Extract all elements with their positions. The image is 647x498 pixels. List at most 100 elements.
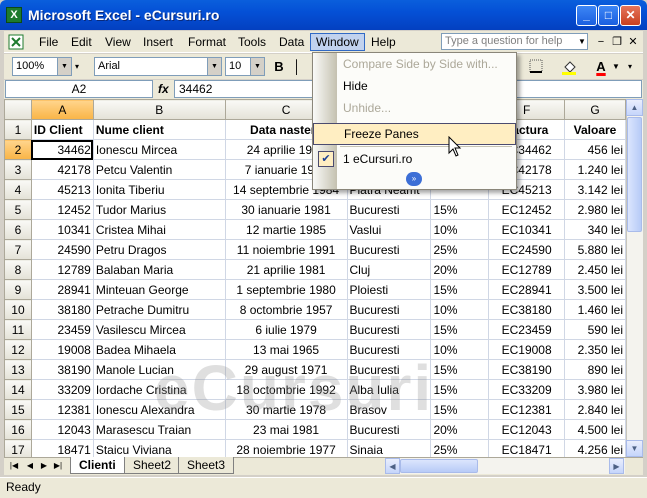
- cell[interactable]: 3.142 lei: [564, 179, 626, 200]
- cell[interactable]: 12381: [30, 399, 94, 420]
- cell[interactable]: 340 lei: [564, 219, 626, 240]
- prev-sheet-icon[interactable]: ◀: [24, 459, 36, 473]
- cell[interactable]: EC24590: [488, 239, 566, 260]
- cell[interactable]: EC38190: [488, 359, 566, 380]
- menu-file[interactable]: File: [34, 33, 63, 51]
- chevron-down-icon[interactable]: ▼: [207, 58, 221, 75]
- cell[interactable]: 25%: [430, 239, 490, 260]
- cell[interactable]: 45213: [30, 179, 94, 200]
- cell[interactable]: 10%: [430, 339, 490, 360]
- cell[interactable]: Vasilescu Mircea: [92, 319, 226, 340]
- cell[interactable]: Minteuan George: [92, 279, 226, 300]
- cell[interactable]: 1.460 lei: [564, 299, 626, 320]
- bold-button[interactable]: B: [270, 58, 288, 76]
- help-dropdown-icon[interactable]: ▼: [577, 34, 587, 49]
- workbook-icon[interactable]: [8, 34, 24, 50]
- row-header[interactable]: 12: [4, 339, 32, 360]
- menu-help[interactable]: Help: [366, 33, 401, 51]
- name-box[interactable]: A2: [5, 80, 153, 98]
- menu-data[interactable]: Data: [274, 33, 309, 51]
- cell[interactable]: 19008: [30, 339, 94, 360]
- last-sheet-icon[interactable]: ▶|: [52, 459, 64, 473]
- cell[interactable]: Petrache Dumitru: [92, 299, 226, 320]
- cell[interactable]: 4.256 lei: [564, 439, 626, 457]
- cell[interactable]: 28941: [30, 279, 94, 300]
- scroll-up-icon[interactable]: ▲: [626, 99, 643, 116]
- menu-window[interactable]: Window: [310, 33, 365, 51]
- cell[interactable]: 21 aprilie 1981: [224, 259, 348, 280]
- cell[interactable]: 25%: [430, 439, 490, 457]
- cell[interactable]: Ionita Tiberiu: [92, 179, 226, 200]
- maximize-button[interactable]: □: [598, 5, 619, 26]
- cell[interactable]: Nume client: [92, 119, 226, 140]
- row-header[interactable]: 4: [4, 179, 32, 200]
- mdi-minimize-button[interactable]: −: [594, 34, 608, 50]
- row-header[interactable]: 9: [4, 279, 32, 300]
- cell[interactable]: 10%: [430, 299, 490, 320]
- cell[interactable]: 15%: [430, 379, 490, 400]
- cell[interactable]: 2.840 lei: [564, 399, 626, 420]
- row-header[interactable]: 17: [4, 439, 32, 457]
- close-button[interactable]: ✕: [620, 5, 641, 26]
- cell[interactable]: Ionescu Mircea: [92, 139, 226, 160]
- cell[interactable]: 12789: [30, 259, 94, 280]
- cell[interactable]: Valoare: [564, 119, 626, 140]
- cell[interactable]: Ploiesti: [346, 279, 432, 300]
- menu-item-1-ecursuri-ro[interactable]: 1 eCursuri.ro: [313, 148, 516, 170]
- row-header[interactable]: 7: [4, 239, 32, 260]
- menu-item-freeze-panes[interactable]: Freeze Panes: [313, 123, 516, 145]
- cell[interactable]: 12043: [30, 419, 94, 440]
- cell[interactable]: ID Client: [30, 119, 94, 140]
- cell[interactable]: Bucuresti: [346, 319, 432, 340]
- column-header-b[interactable]: B: [92, 99, 226, 120]
- column-header-g[interactable]: G: [564, 99, 626, 120]
- minimize-button[interactable]: _: [576, 5, 597, 26]
- toolbar-options-icon[interactable]: ▾: [75, 58, 85, 76]
- column-header-a[interactable]: A: [30, 99, 94, 120]
- expand-menu-icon[interactable]: »: [406, 172, 422, 186]
- cell[interactable]: 2.980 lei: [564, 199, 626, 220]
- excel-icon[interactable]: X: [6, 7, 22, 23]
- cell[interactable]: 10%: [430, 219, 490, 240]
- mdi-restore-button[interactable]: ❐: [610, 34, 624, 50]
- select-all-corner[interactable]: [4, 99, 32, 120]
- cell[interactable]: 15%: [430, 199, 490, 220]
- cell[interactable]: Staicu Viviana: [92, 439, 226, 457]
- menu-tools[interactable]: Tools: [233, 33, 271, 51]
- fill-color-button[interactable]: [560, 58, 578, 76]
- scroll-right-icon[interactable]: ▶: [609, 458, 624, 474]
- font-size-select[interactable]: 10 ▼: [225, 57, 265, 76]
- first-sheet-icon[interactable]: |◀: [8, 459, 20, 473]
- cell[interactable]: 12 martie 1985: [224, 219, 348, 240]
- cell[interactable]: Vaslui: [346, 219, 432, 240]
- cell[interactable]: Cristea Mihai: [92, 219, 226, 240]
- cell[interactable]: Bucuresti: [346, 199, 432, 220]
- cell[interactable]: 38180: [30, 299, 94, 320]
- cell[interactable]: 1 septembrie 1980: [224, 279, 348, 300]
- font-select[interactable]: Arial ▼: [94, 57, 222, 76]
- cell[interactable]: EC12043: [488, 419, 566, 440]
- row-header[interactable]: 13: [4, 359, 32, 380]
- cell[interactable]: 456 lei: [564, 139, 626, 160]
- menu-view[interactable]: View: [100, 33, 136, 51]
- cell[interactable]: 15%: [430, 359, 490, 380]
- sheet-tab-sheet3[interactable]: Sheet3: [178, 457, 235, 474]
- cell[interactable]: EC38180: [488, 299, 566, 320]
- cell[interactable]: 15%: [430, 399, 490, 420]
- cell[interactable]: 28 noiembrie 1977: [224, 439, 348, 457]
- scroll-down-icon[interactable]: ▼: [626, 440, 643, 457]
- toolbar-options-icon[interactable]: ▾: [628, 58, 638, 76]
- row-header[interactable]: 6: [4, 219, 32, 240]
- cell[interactable]: 24590: [30, 239, 94, 260]
- cell[interactable]: 30 ianuarie 1981: [224, 199, 348, 220]
- cell[interactable]: 2.350 lei: [564, 339, 626, 360]
- menu-insert[interactable]: Insert: [138, 33, 178, 51]
- cell[interactable]: EC10341: [488, 219, 566, 240]
- cell[interactable]: Balaban Maria: [92, 259, 226, 280]
- sheet-tab-sheet2[interactable]: Sheet2: [124, 457, 181, 474]
- cell[interactable]: Sinaia: [346, 439, 432, 457]
- chevron-down-icon[interactable]: ▼: [612, 58, 622, 76]
- menu-edit[interactable]: Edit: [66, 33, 97, 51]
- cell[interactable]: EC28941: [488, 279, 566, 300]
- cell[interactable]: EC12381: [488, 399, 566, 420]
